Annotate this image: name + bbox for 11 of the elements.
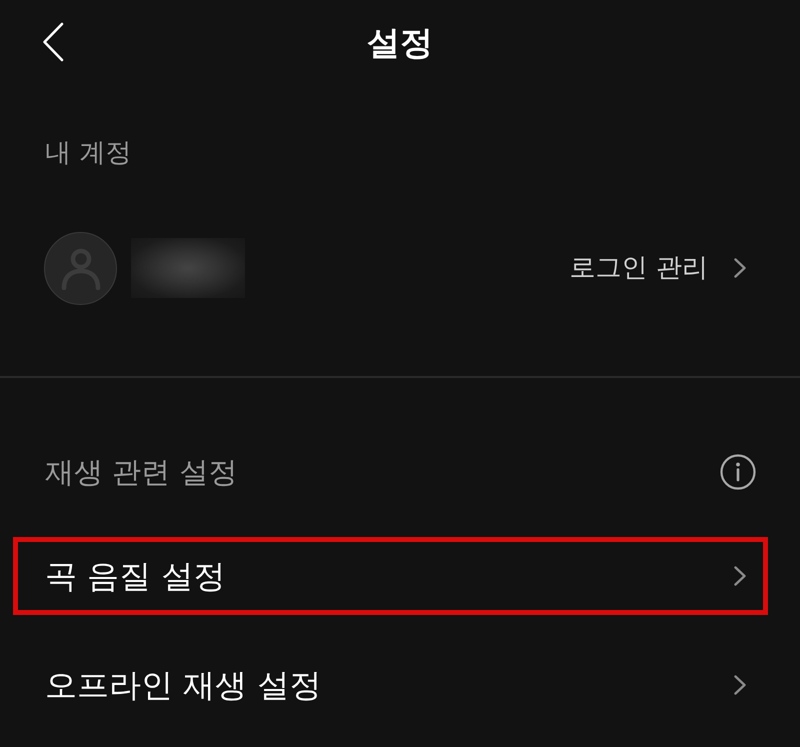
chevron-right-icon	[734, 258, 746, 278]
settings-list-item[interactable]: 곡 음질 설정	[13, 537, 768, 615]
back-chevron-icon	[42, 22, 64, 62]
screen-title: 설정	[367, 26, 433, 58]
settings-list-item[interactable]: 오프라인 재생 설정	[13, 646, 768, 724]
info-icon[interactable]	[720, 454, 756, 490]
chevron-right-icon	[734, 675, 746, 695]
login-manage-link[interactable]: 로그인 관리	[570, 255, 746, 281]
chevron-right-icon	[734, 566, 746, 586]
section-heading: 재생 관련 설정	[45, 458, 238, 486]
section-heading: 내 계정	[45, 140, 132, 166]
